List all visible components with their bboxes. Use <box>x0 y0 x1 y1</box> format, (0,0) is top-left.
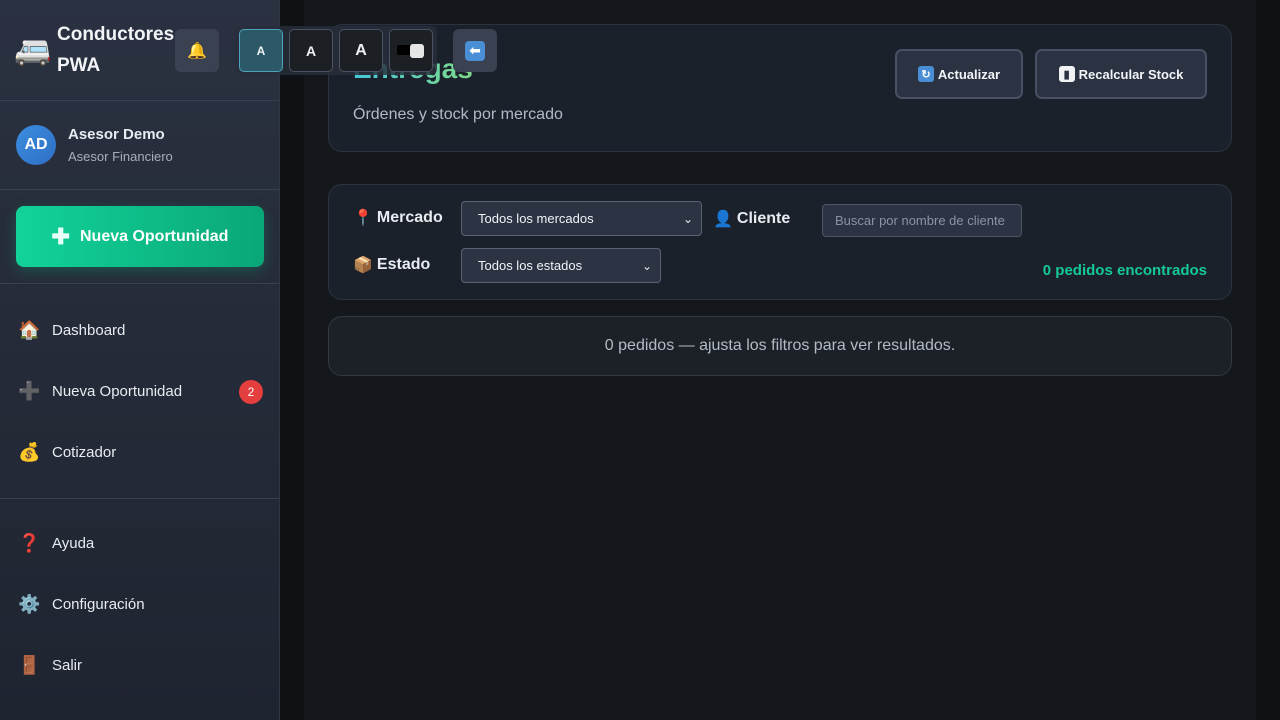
sidebar-item-cotizador[interactable]: 💰 Cotizador <box>0 422 279 483</box>
pin-icon: 📍 <box>353 210 373 227</box>
status-select[interactable]: Todos los estados ⌄ <box>461 248 661 283</box>
sidebar-nav: 🏠 Dashboard ➕ Nueva Oportunidad 2 💰 Coti… <box>0 284 279 696</box>
market-label-text: Mercado <box>376 209 443 226</box>
results-empty-state: 0 pedidos — ajusta los filtros para ver … <box>328 316 1232 376</box>
page-subtitle: Órdenes y stock por mercado <box>353 106 563 123</box>
new-opportunity-button[interactable]: ✚ Nueva Oportunidad <box>16 206 264 267</box>
app-title: Conductores PWA <box>57 24 175 76</box>
package-icon: 📦 <box>353 257 373 274</box>
plus-icon: ➕ <box>18 381 41 401</box>
recalculate-stock-label: Recalcular Stock <box>1078 66 1184 82</box>
user-role: Asesor Financiero <box>68 149 173 164</box>
van-icon: 🚐 <box>14 33 52 67</box>
sidebar-item-salir[interactable]: 🚪 Salir <box>0 635 279 696</box>
arrow-left-icon: ⬅ <box>465 40 485 61</box>
sidebar: 🚐 Conductores PWA AD Asesor Demo Asesor … <box>0 0 280 720</box>
question-icon: ❓ <box>18 533 41 553</box>
bell-icon: 🔔 <box>187 42 207 60</box>
user-profile[interactable]: AD Asesor Demo Asesor Financiero <box>0 101 279 190</box>
user-icon: 👤 <box>713 211 733 228</box>
chevron-down-icon: ⌄ <box>641 259 652 273</box>
market-select-value: Todos los mercados <box>478 211 594 226</box>
client-label-text: Cliente <box>736 210 791 227</box>
font-size-small-button[interactable]: A <box>239 29 283 72</box>
bar-chart-icon: ▮ <box>1058 66 1075 82</box>
divider <box>0 498 279 499</box>
client-filter-label: 👤 Cliente <box>713 209 790 229</box>
notification-badge: 2 <box>239 380 263 404</box>
user-name: Asesor Demo <box>68 126 165 143</box>
notifications-button[interactable]: 🔔 <box>175 29 219 72</box>
font-size-medium-button[interactable]: A <box>289 29 333 72</box>
market-filter-label: 📍 Mercado <box>353 208 443 228</box>
sidebar-item-dashboard[interactable]: 🏠 Dashboard <box>0 300 279 361</box>
main-content: Entregas Órdenes y stock por mercado ↻ A… <box>304 0 1256 720</box>
sidebar-item-label: Cotizador <box>52 444 117 461</box>
client-search-input[interactable] <box>822 204 1022 237</box>
status-label-text: Estado <box>376 256 431 273</box>
avatar: AD <box>16 125 56 165</box>
cta-section: ✚ Nueva Oportunidad <box>0 190 279 284</box>
high-contrast-button[interactable] <box>389 29 433 72</box>
font-size-large-button[interactable]: A <box>339 29 383 72</box>
gear-icon: ⚙️ <box>18 594 41 614</box>
sidebar-item-ayuda[interactable]: ❓ Ayuda <box>0 513 279 574</box>
sidebar-item-label: Dashboard <box>52 322 126 339</box>
sidebar-item-new-opportunity[interactable]: ➕ Nueva Oportunidad 2 <box>0 361 279 422</box>
new-opportunity-label: Nueva Oportunidad <box>79 227 229 245</box>
refresh-label: Actualizar <box>937 66 1001 82</box>
plus-icon: ✚ <box>51 223 70 249</box>
recalculate-stock-button[interactable]: ▮ Recalcular Stock <box>1035 49 1207 99</box>
money-bag-icon: 💰 <box>18 442 41 462</box>
back-button[interactable]: ⬅ <box>453 29 497 72</box>
refresh-icon: ↻ <box>917 66 934 82</box>
market-select[interactable]: Todos los mercados ⌄ <box>461 201 702 236</box>
accessibility-toolbar: A A A <box>235 26 437 75</box>
contrast-icon <box>397 43 425 58</box>
sidebar-item-label: Salir <box>52 657 83 674</box>
sidebar-item-label: Ayuda <box>52 535 95 552</box>
home-icon: 🏠 <box>18 320 41 340</box>
sidebar-item-label: Configuración <box>52 596 145 613</box>
door-icon: 🚪 <box>18 655 41 675</box>
status-filter-label: 📦 Estado <box>353 255 430 275</box>
refresh-button[interactable]: ↻ Actualizar <box>895 49 1023 99</box>
sidebar-item-configuracion[interactable]: ⚙️ Configuración <box>0 574 279 635</box>
empty-state-text: 0 pedidos — ajusta los filtros para ver … <box>604 337 956 354</box>
chevron-down-icon: ⌄ <box>682 212 693 226</box>
filters-panel: 📍 Mercado Todos los mercados ⌄ 👤 Cliente… <box>328 184 1232 300</box>
sidebar-item-label: Nueva Oportunidad <box>52 383 183 400</box>
status-select-value: Todos los estados <box>478 258 583 273</box>
results-count: 0 pedidos encontrados <box>1042 262 1207 279</box>
